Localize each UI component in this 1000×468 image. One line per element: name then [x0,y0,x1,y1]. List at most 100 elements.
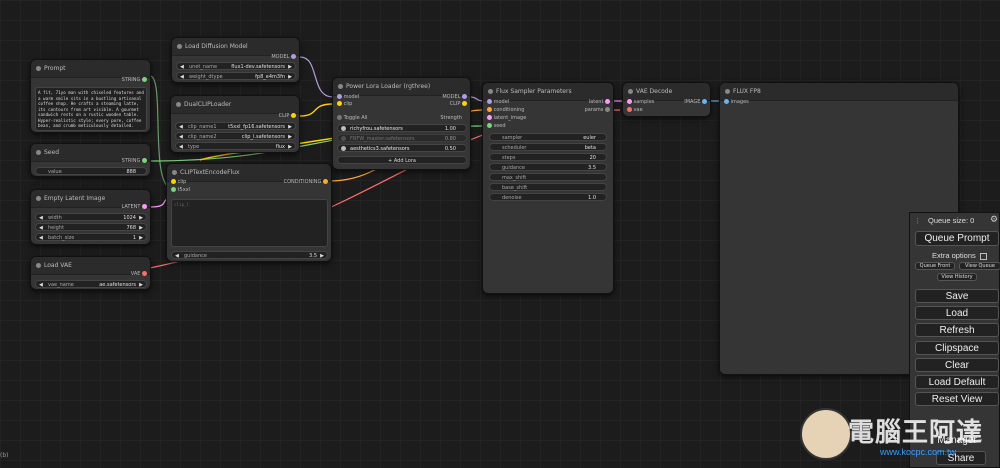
port-dot-icon[interactable] [724,99,729,104]
load-button[interactable]: Load [915,306,999,320]
add-lora-button[interactable]: + Add Lora [337,156,467,164]
port-dot-icon[interactable] [487,107,492,112]
port-dot-icon[interactable] [605,107,610,112]
toggle-off-icon[interactable] [341,136,346,141]
denoise-widget[interactable]: denoise 1.0 [489,193,607,201]
output-port[interactable]: STRING [122,158,147,165]
flux-sampler-parameters-node[interactable]: Flux Sampler Parameters model conditioni… [482,82,614,294]
output-port[interactable]: STRING [122,77,147,84]
increment-icon[interactable]: ▶ [288,143,292,151]
port-dot-icon[interactable] [487,123,492,128]
output-port-params[interactable]: params [585,107,610,114]
port-dot-icon[interactable] [462,94,467,99]
increment-icon[interactable]: ▶ [320,252,324,260]
input-port-clip[interactable]: clip [171,179,186,186]
toggle-on-icon[interactable] [341,126,346,131]
power-lora-loader-node[interactable]: Power Lora Loader (rgthree) model clip M… [332,77,471,170]
queue-front-button[interactable]: Queue Front [915,262,955,270]
port-dot-icon[interactable] [291,113,296,118]
port-dot-icon[interactable] [142,77,147,82]
type-widget[interactable]: ◀ type flux ▶ [175,142,296,150]
input-port-seed[interactable]: seed [487,123,506,130]
node-title[interactable]: FLUX FP8 [720,83,958,101]
increment-icon[interactable]: ▶ [288,123,292,131]
port-dot-icon[interactable] [487,99,492,104]
empty-latent-node[interactable]: Empty Latent Image LATENT ◀ width 1024 ▶… [30,189,151,245]
toggle-all[interactable]: Toggle All [337,115,367,122]
port-dot-icon[interactable] [323,179,328,184]
port-dot-icon[interactable] [627,107,632,112]
port-dot-icon[interactable] [627,99,632,104]
decrement-icon[interactable]: ◀ [39,224,43,232]
load-diffusion-model-node[interactable]: Load Diffusion Model MODEL ◀ unet_name f… [171,37,300,83]
output-port[interactable]: IMAGE [684,99,707,106]
view-queue-button[interactable]: View Queue [959,262,1000,270]
seed-widget[interactable]: value 888 [35,167,147,175]
decrement-icon[interactable]: ◀ [179,143,183,151]
view-history-button[interactable]: View History [937,273,977,281]
clip-l-textarea[interactable]: clip_l [171,199,328,247]
port-dot-icon[interactable] [462,101,467,106]
max-shift-widget[interactable]: max_shift [489,173,607,181]
port-dot-icon[interactable] [702,99,707,104]
dual-clip-loader-node[interactable]: DualCLIPLoader CLIP ◀ clip_name1 t5xxl_f… [170,95,300,153]
decrement-icon[interactable]: ◀ [39,234,43,242]
input-port-samples[interactable]: samples [627,99,654,106]
port-dot-icon[interactable] [171,179,176,184]
output-port-model[interactable]: MODEL [442,94,467,101]
output-port[interactable]: LATENT [121,204,147,211]
save-button[interactable]: Save [915,289,999,303]
input-port-vae[interactable]: vae [627,107,643,114]
extra-options[interactable]: Extra options [932,251,987,260]
output-port[interactable]: CLIP [279,113,296,120]
increment-icon[interactable]: ▶ [139,214,143,222]
prompt-textarea[interactable]: A fit, 71yo man with chiseled features a… [35,87,147,131]
toggle-icon[interactable] [337,115,342,120]
increment-icon[interactable]: ▶ [288,63,292,71]
input-port-t5xxl[interactable]: t5xxl [171,187,190,194]
clip-name1-widget[interactable]: ◀ clip_name1 t5xxl_fp16.safetensors ▶ [175,122,296,130]
increment-icon[interactable]: ▶ [139,281,143,289]
port-dot-icon[interactable] [142,271,147,276]
batch-size-widget[interactable]: ◀ batch_size 1 ▶ [35,233,147,241]
base-shift-widget[interactable]: base_shift [489,183,607,191]
input-port-model[interactable]: model [487,99,509,106]
clipspace-button[interactable]: Clipspace [915,341,999,355]
port-dot-icon[interactable] [142,158,147,163]
port-dot-icon[interactable] [337,94,342,99]
lora-row[interactable]: aesthetics3.safetensors 0.50 [337,144,467,152]
clear-button[interactable]: Clear [915,358,999,372]
input-port-conditioning[interactable]: conditioning [487,107,524,114]
output-port[interactable]: MODEL [271,54,296,61]
port-dot-icon[interactable] [171,187,176,192]
port-dot-icon[interactable] [605,99,610,104]
decrement-icon[interactable]: ◀ [180,63,184,71]
decrement-icon[interactable]: ◀ [175,252,179,260]
output-port-latent[interactable]: latent [589,99,610,106]
refresh-button[interactable]: Refresh [915,323,999,337]
width-widget[interactable]: ◀ width 1024 ▶ [35,213,147,221]
decrement-icon[interactable]: ◀ [179,123,183,131]
input-port-model[interactable]: model [337,94,359,101]
clip-name2-widget[interactable]: ◀ clip_name2 clip_l.safetensors ▶ [175,132,296,140]
node-title[interactable]: Prompt [31,60,150,78]
seed-node[interactable]: Seed STRING value 888 [30,143,151,177]
height-widget[interactable]: ◀ height 768 ▶ [35,223,147,231]
load-vae-node[interactable]: Load VAE VAE ◀ vae_name ae.safetensors ▶ [30,256,151,290]
output-port-clip[interactable]: CLIP [450,101,467,108]
prompt-node[interactable]: Prompt STRING A fit, 71yo man with chise… [30,59,151,133]
settings-gear-icon[interactable]: ⚙ [990,215,998,225]
output-port[interactable]: CONDITIONING [284,179,328,186]
output-port[interactable]: VAE [131,271,147,278]
vae-name-widget[interactable]: ◀ vae_name ae.safetensors ▶ [35,280,147,288]
input-port-clip[interactable]: clip [337,101,352,108]
port-dot-icon[interactable] [487,115,492,120]
node-title[interactable]: DualCLIPLoader [171,96,299,114]
increment-icon[interactable]: ▶ [139,234,143,242]
drag-handle-icon[interactable]: ⋮ [914,217,921,225]
lora-row[interactable]: FRFW_master.safetensors 0.80 [337,134,467,142]
clip-text-encode-flux-node[interactable]: CLIPTextEncodeFlux clip t5xxl CONDITIONI… [166,163,332,262]
guidance-widget[interactable]: guidance 3.5 [489,163,607,171]
scheduler-widget[interactable]: scheduler beta [489,143,607,151]
load-default-button[interactable]: Load Default [915,375,999,389]
